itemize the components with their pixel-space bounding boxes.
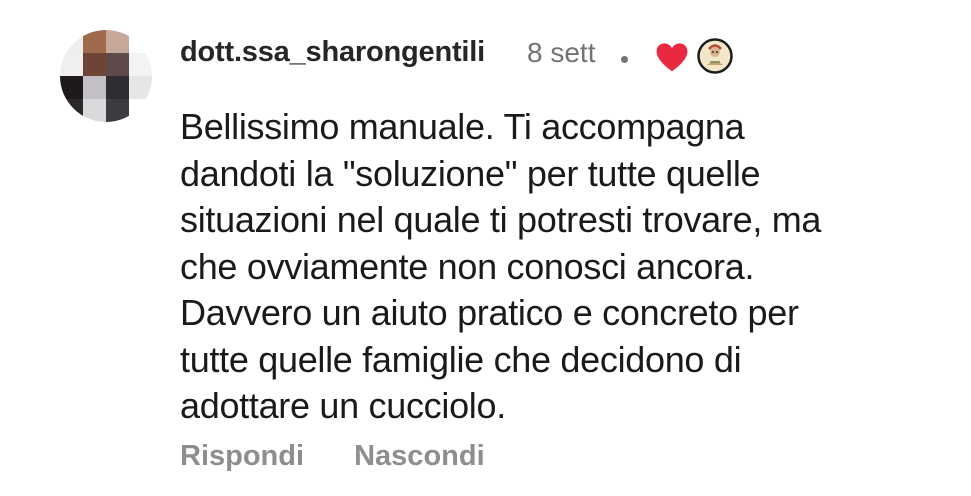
comment-line: Davvero un aiuto pratico e concreto per: [180, 292, 799, 333]
comment-line: Bellissimo manuale. Ti accompagna: [180, 106, 745, 147]
comment-line: dandoti la "soluzione" per tutte quelle: [180, 152, 761, 194]
heart-icon[interactable]: [654, 42, 690, 72]
dot-icon: [621, 56, 628, 63]
comment-item: dott.ssa_sharongentili 8 sett Bellissimo…: [0, 0, 971, 496]
username[interactable]: dott.ssa_sharongentili: [180, 36, 485, 69]
comment-line: adottare un cucciolo.: [180, 385, 506, 426]
reply-button[interactable]: Rispondi: [180, 440, 304, 472]
user-avatar[interactable]: [60, 30, 152, 122]
comment-line: che ovviamente non conosci ancora.: [180, 245, 755, 287]
hide-button[interactable]: Nascondi: [354, 440, 485, 472]
comment-line: situazioni nel quale ti potresti trovare…: [180, 199, 822, 240]
comment-actions: Rispondi Nascondi: [180, 440, 485, 473]
creator-avatar-icon: [697, 38, 733, 74]
comment-body: Bellissimo manuale. Ti accompagna dandot…: [180, 104, 940, 430]
comment-timestamp: 8 sett: [527, 37, 596, 68]
comment-line: tutte quelle famiglie che decidono di: [180, 338, 742, 380]
